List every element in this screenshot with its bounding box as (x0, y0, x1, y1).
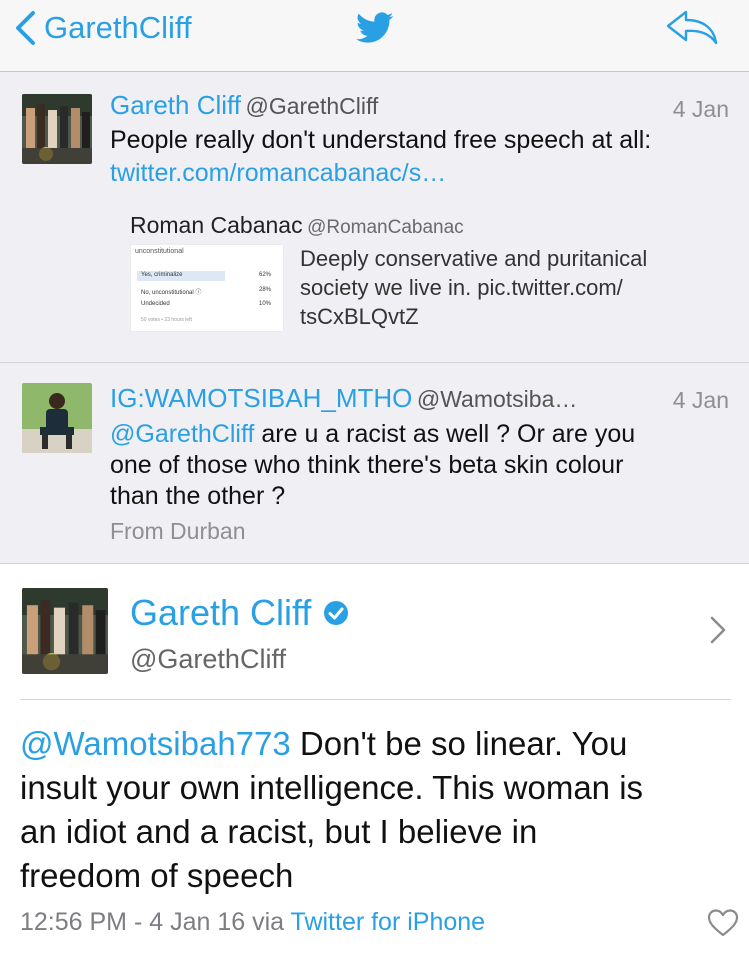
context-tweet[interactable]: Gareth Cliff @GarethCliff 4 Jan People r… (0, 72, 749, 362)
main-tweet-text: @Wamotsibah773 Don't be so linear. You i… (20, 722, 731, 898)
main-author-row[interactable]: Gareth Cliff @GarethCliff (0, 564, 749, 700)
tweet-text-line: Don't be so linear. You (290, 725, 628, 762)
like-button[interactable] (706, 908, 740, 943)
tweet-text: @GarethCliff are u a racist as well ? Or… (110, 419, 730, 512)
avatar[interactable] (22, 94, 92, 164)
mention-link[interactable]: @GarethCliff (110, 420, 254, 448)
avatar[interactable] (22, 383, 92, 453)
author-handle: @GarethCliff (130, 644, 286, 674)
tweet-text-line: one of those who think there's beta skin… (110, 451, 624, 479)
mention-link[interactable]: @Wamotsibah773 (20, 725, 291, 762)
source-link[interactable]: Twitter for iPhone (291, 908, 486, 936)
back-button-label: GarethCliff (44, 10, 192, 45)
poll-option-pct: 28% (259, 287, 272, 293)
poll-option-pct: 10% (259, 301, 272, 307)
tweet-link[interactable]: twitter.com/romancabanac/s… (110, 158, 446, 189)
chevron-right-icon (710, 616, 726, 644)
tweet-timestamp: 12:56 PM - 4 Jan 16 via (20, 908, 291, 936)
back-button[interactable]: GarethCliff (14, 8, 192, 48)
author-name[interactable]: Gareth Cliff (110, 90, 241, 120)
quoted-text-line: Deeply conservative and puritanical (300, 246, 648, 271)
quoted-author-name: Roman Cabanac (130, 212, 303, 238)
tweet-metadata: 12:56 PM - 4 Jan 16 via Twitter for iPho… (20, 908, 485, 937)
verified-badge-icon (324, 601, 349, 625)
poll-footer: 50 votes • 23 hours left (141, 317, 192, 323)
author-handle: @Wamotsiba… (416, 386, 578, 412)
quoted-text-line: tsCxBLQvtZ (300, 304, 419, 329)
reply-button[interactable] (664, 7, 720, 52)
tweet-text-line: than the other ? (110, 482, 286, 510)
author-name[interactable]: Gareth Cliff (130, 592, 311, 634)
poll-image[interactable]: unconstitutional Yes, criminalize 62% No… (130, 244, 284, 332)
tweet-date: 4 Jan (672, 96, 729, 122)
author-handle: @GarethCliff (245, 93, 379, 119)
quoted-text-line: society we live in. pic.twitter.com/ (300, 275, 623, 300)
quoted-author-handle: @RomanCabanac (307, 217, 464, 238)
author-name[interactable]: IG:WAMOTSIBAH_MTHO (110, 383, 412, 413)
tweet-location: From Durban (110, 518, 246, 544)
tweet-text-line: insult your own intelligence. This woman… (20, 769, 644, 806)
poll-option-pct: 62% (259, 272, 272, 278)
chevron-left-icon (16, 11, 35, 45)
quoted-tweet-text: Deeply conservative and puritanical soci… (300, 244, 647, 331)
quoted-tweet-header[interactable]: Roman Cabanac @RomanCabanac (130, 212, 464, 239)
poll-option-label: Yes, criminalize (141, 272, 183, 278)
poll-title: unconstitutional (135, 248, 184, 255)
tweet-text: People really don't understand free spee… (110, 126, 652, 154)
divider (20, 699, 731, 700)
reply-arrow-icon (666, 10, 718, 45)
twitter-bird-icon (356, 12, 394, 49)
tweet-date: 4 Jan (672, 387, 729, 413)
context-tweet[interactable]: IG:WAMOTSIBAH_MTHO @Wamotsiba… 4 Jan @Ga… (0, 363, 749, 563)
heart-icon (707, 909, 739, 937)
navigation-bar: GarethCliff (0, 0, 749, 72)
poll-option-label: No, unconstitutional ⓘ (141, 290, 202, 296)
tweet-text-line: freedom of speech (20, 857, 294, 894)
poll-option-label: Undecided (141, 301, 170, 307)
avatar[interactable] (22, 588, 108, 674)
tweet-text-line: an idiot and a racist, but I believe in (20, 813, 538, 850)
tweet-text-line: are u a racist as well ? Or are you (254, 420, 636, 448)
